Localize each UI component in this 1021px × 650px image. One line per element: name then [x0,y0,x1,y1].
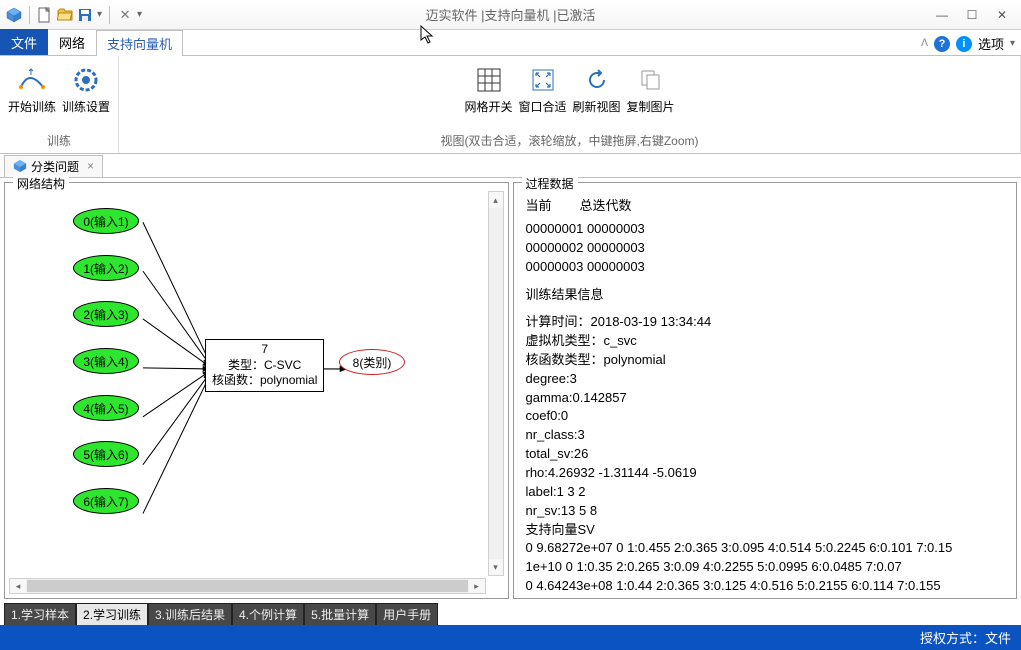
main-content: 网络结构 0(输入1) 1(输入2) 2(输入3) 3(输入4) [0,178,1021,603]
refresh-icon [581,64,613,96]
doc-tab-close-icon[interactable]: × [87,159,94,173]
ribbon: 开始训练 训练设置 训练 网格开关 窗口合适 刷新视图 [0,56,1021,154]
start-train-icon [16,64,48,96]
input-node-0[interactable]: 0(输入1) [73,208,139,234]
options-label[interactable]: 选项 [978,34,1004,53]
bottom-tab-5[interactable]: 5.批量计算 [304,603,376,625]
ribbon-collapse-icon[interactable]: ᐱ [921,38,928,49]
input-node-2[interactable]: 2(输入3) [73,301,139,327]
grid-toggle-button[interactable]: 网格开关 [465,60,513,130]
input-node-6[interactable]: 6(输入7) [73,488,139,514]
new-doc-icon[interactable] [37,7,53,23]
app-cube-icon [6,7,22,23]
train-group-label: 训练 [47,130,71,151]
document-tab[interactable]: 分类问题 × [4,155,103,177]
bottom-tab-4[interactable]: 4.个例计算 [232,603,304,625]
tools-icon[interactable]: ✕ [117,7,133,23]
bottom-tab-3[interactable]: 3.训练后结果 [148,603,232,625]
tab-file[interactable]: 文件 [0,29,48,55]
bottom-tab-6[interactable]: 用户手册 [376,603,438,625]
center-node[interactable]: 7 类型：C-SVC 核函数：polynomial [205,339,324,392]
minimize-button[interactable]: — [927,4,957,26]
fit-window-button[interactable]: 窗口合适 [519,60,567,130]
tab-svm[interactable]: 支持向量机 [96,30,183,56]
options-more-icon[interactable]: ▾ [1010,38,1015,49]
doc-tab-label: 分类问题 [31,158,79,175]
view-group-label: 视图(双击合适，滚轮缩放，中键拖屏,右键Zoom) [440,130,698,151]
grid-icon [473,64,505,96]
tab-network[interactable]: 网络 [48,29,96,55]
network-canvas[interactable]: 0(输入1) 1(输入2) 2(输入3) 3(输入4) 4(输入5) 5(输入6… [9,191,504,576]
save-icon[interactable] [77,7,93,23]
input-node-1[interactable]: 1(输入2) [73,255,139,281]
window-title: 迈实软件 |支持向量机 |已激活 [426,5,596,24]
input-node-3[interactable]: 3(输入4) [73,348,139,374]
input-node-5[interactable]: 5(输入6) [73,441,139,467]
maximize-button[interactable]: ☐ [957,4,987,26]
output-node[interactable]: 8(类别) [339,349,405,375]
info-icon[interactable]: i [956,36,972,52]
gear-icon [70,64,102,96]
copy-image-icon [635,64,667,96]
refresh-view-button[interactable]: 刷新视图 [573,60,621,130]
network-structure-panel: 网络结构 0(输入1) 1(输入2) 2(输入3) 3(输入4) [4,182,509,599]
status-bar: 授权方式：文件 [0,625,1021,650]
footer-text: 授权方式：文件 [920,628,1011,647]
open-folder-icon[interactable] [57,7,73,23]
bottom-tabs: 1.学习样本 2.学习训练 3.训练后结果 4.个例计算 5.批量计算 用户手册 [0,603,1021,625]
qat-more-icon[interactable]: ▾ [97,9,102,20]
process-data-panel: 过程数据 当前总迭代数 00000001 00000003 00000002 0… [513,182,1018,599]
help-icon[interactable]: ? [934,36,950,52]
titlebar: ▾ ✕ ▾ 迈实软件 |支持向量机 |已激活 — ☐ ✕ [0,0,1021,30]
fit-window-icon [527,64,559,96]
menu-tabs: 文件 网络 支持向量机 ᐱ ? i 选项 ▾ [0,30,1021,56]
close-button[interactable]: ✕ [987,4,1017,26]
tools-more-icon[interactable]: ▾ [137,9,142,20]
doc-cube-icon [13,159,27,173]
horizontal-scrollbar[interactable]: ◂▸ [9,578,486,594]
vertical-scrollbar[interactable]: ▴ ▾ [488,191,504,576]
process-output: 当前总迭代数 00000001 00000003 00000002 000000… [518,191,1013,598]
bottom-tab-2[interactable]: 2.学习训练 [76,603,148,625]
bottom-tab-1[interactable]: 1.学习样本 [4,603,76,625]
train-settings-button[interactable]: 训练设置 [62,60,110,130]
input-node-4[interactable]: 4(输入5) [73,395,139,421]
start-train-button[interactable]: 开始训练 [8,60,56,130]
copy-image-button[interactable]: 复制图片 [627,60,675,130]
document-tab-row: 分类问题 × [0,154,1021,178]
